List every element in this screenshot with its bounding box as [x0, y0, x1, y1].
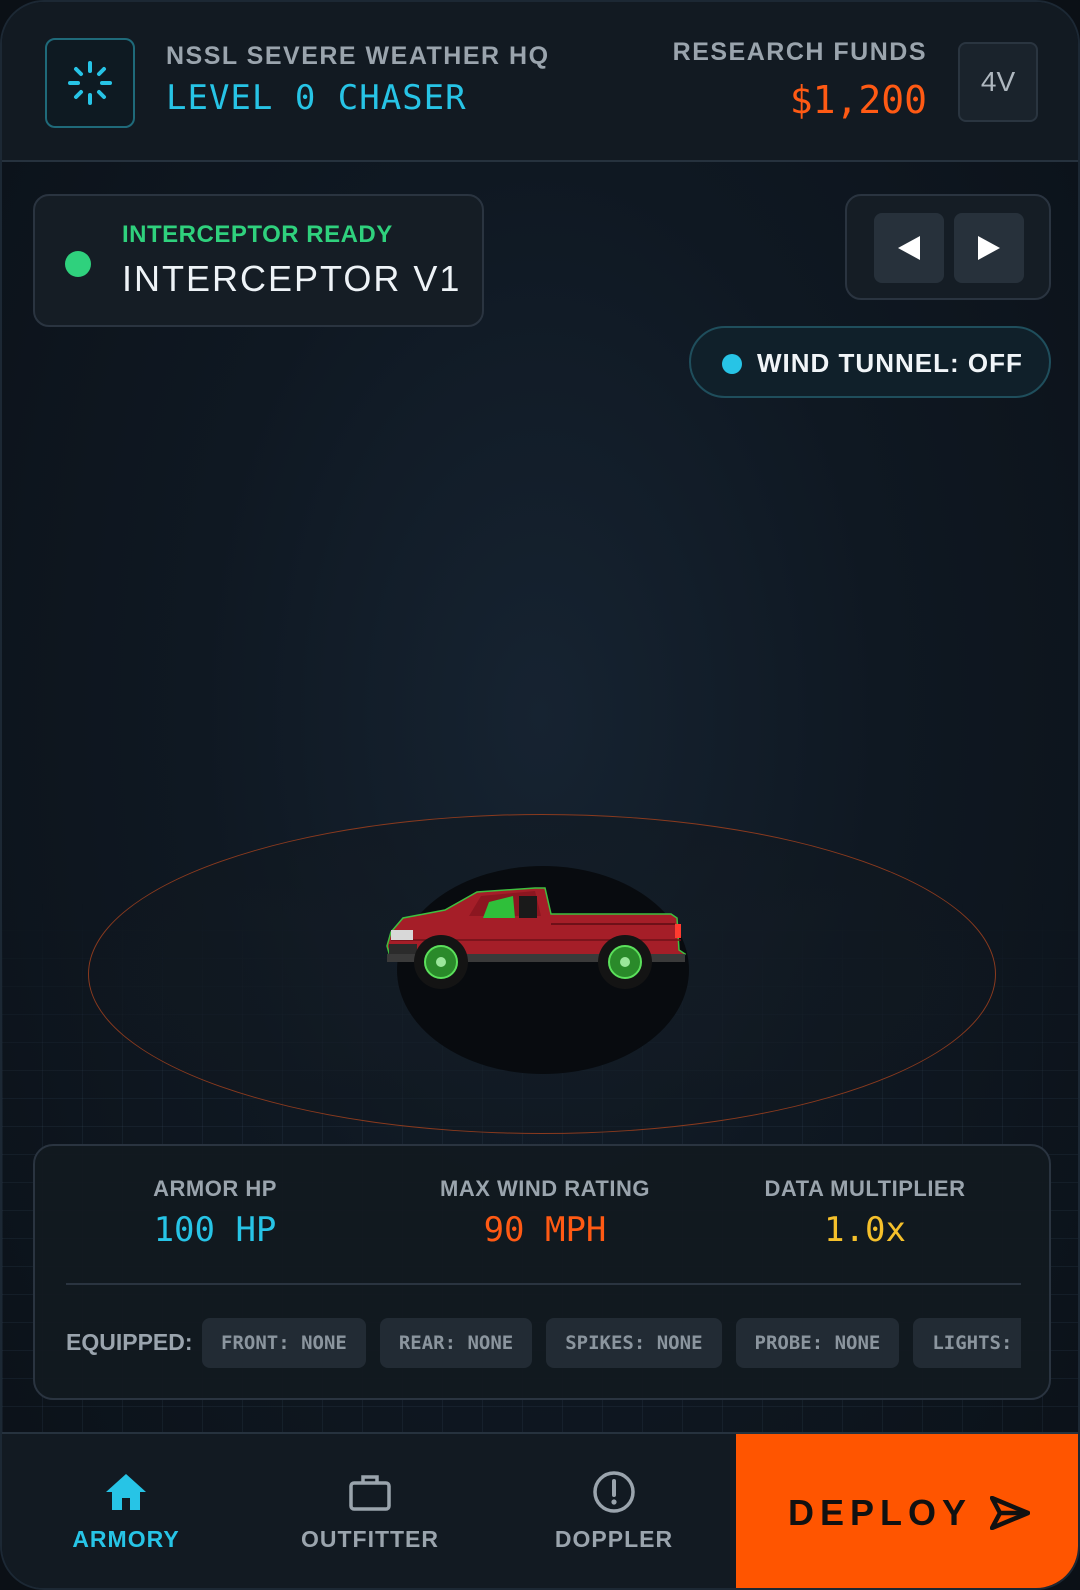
armor-value: 100 HP [153, 1210, 277, 1250]
pickup-truck-image [386, 887, 687, 989]
nav-armory[interactable]: ARMORY [6, 1434, 246, 1588]
funds-label: RESEARCH FUNDS [672, 38, 927, 66]
vehicle-card: INTERCEPTOR READY INTERCEPTOR V1 [33, 194, 484, 327]
previous-vehicle-button[interactable] [874, 213, 944, 283]
nav-doppler-label: DOPPLER [554, 1526, 674, 1552]
equipped-chips: FRONT: NONE REAR: NONE SPIKES: NONE PROBE: … [202, 1318, 1021, 1368]
multiplier-label: DATA MULTIPLIER [764, 1176, 966, 1201]
armor-label: ARMOR HP [153, 1176, 277, 1201]
wind-tunnel-toggle[interactable]: WIND TUNNEL: OFF [689, 326, 1051, 398]
next-vehicle-button[interactable] [954, 213, 1024, 283]
multiplier-value: 1.0x [824, 1210, 906, 1250]
wind-rating-label: MAX WIND RATING [440, 1176, 650, 1201]
equipped-label: EQUIPPED: [66, 1329, 193, 1355]
equipped-chip-rear[interactable]: REAR: NONE [379, 1318, 533, 1368]
version-button[interactable]: 4V [958, 42, 1038, 122]
app-frame: NSSL SEVERE WEATHER HQ LEVEL 0 CHASER RE… [0, 0, 1080, 1590]
vehicle-name: INTERCEPTOR V1 [122, 258, 462, 299]
nav-outfitter[interactable]: OUTFITTER [250, 1434, 490, 1588]
multiplier-stat: DATA MULTIPLIER 1.0x [745, 1176, 985, 1250]
home-icon [104, 1470, 148, 1514]
arrow-left-icon [898, 236, 920, 260]
loading-spinner-icon [68, 61, 112, 105]
equipped-chip-lights[interactable]: LIGHTS: NONE [913, 1318, 1021, 1368]
briefcase-icon [348, 1470, 392, 1514]
wind-rating-value: 90 MPH [483, 1210, 607, 1250]
equipped-chip-front[interactable]: FRONT: NONE [202, 1318, 366, 1368]
equipped-chip-spikes[interactable]: SPIKES: NONE [546, 1318, 722, 1368]
deploy-label: DEPLOY [787, 1492, 973, 1533]
vehicle-status: INTERCEPTOR READY [122, 221, 393, 248]
nav-outfitter-label: OUTFITTER [300, 1526, 440, 1552]
stats-panel: ARMOR HP 100 HP MAX WIND RATING 90 MPH D… [33, 1144, 1051, 1400]
equipped-chip-probe[interactable]: PROBE: NONE [735, 1318, 900, 1368]
alert-circle-icon [592, 1470, 636, 1514]
send-arrow-icon [990, 1496, 1031, 1530]
stats-divider [66, 1283, 1021, 1285]
hq-title: NSSL SEVERE WEATHER HQ [166, 42, 550, 70]
top-header: NSSL SEVERE WEATHER HQ LEVEL 0 CHASER RE… [2, 2, 1078, 162]
wind-rating-stat: MAX WIND RATING 90 MPH [405, 1176, 685, 1250]
status-dot [65, 251, 91, 277]
nav-doppler[interactable]: DOPPLER [494, 1434, 734, 1588]
armor-stat: ARMOR HP 100 HP [105, 1176, 325, 1250]
wind-tunnel-label: WIND TUNNEL: OFF [757, 348, 1023, 378]
funds-value: $1,200 [789, 78, 927, 122]
arrow-right-icon [978, 236, 1000, 260]
player-rank: LEVEL 0 CHASER [166, 78, 467, 118]
deploy-button[interactable]: DEPLOY [736, 1434, 1078, 1588]
logo-badge [45, 38, 135, 128]
nav-armory-label: ARMORY [72, 1526, 180, 1552]
wind-tunnel-indicator [722, 354, 742, 374]
vehicle-selector [845, 194, 1051, 300]
